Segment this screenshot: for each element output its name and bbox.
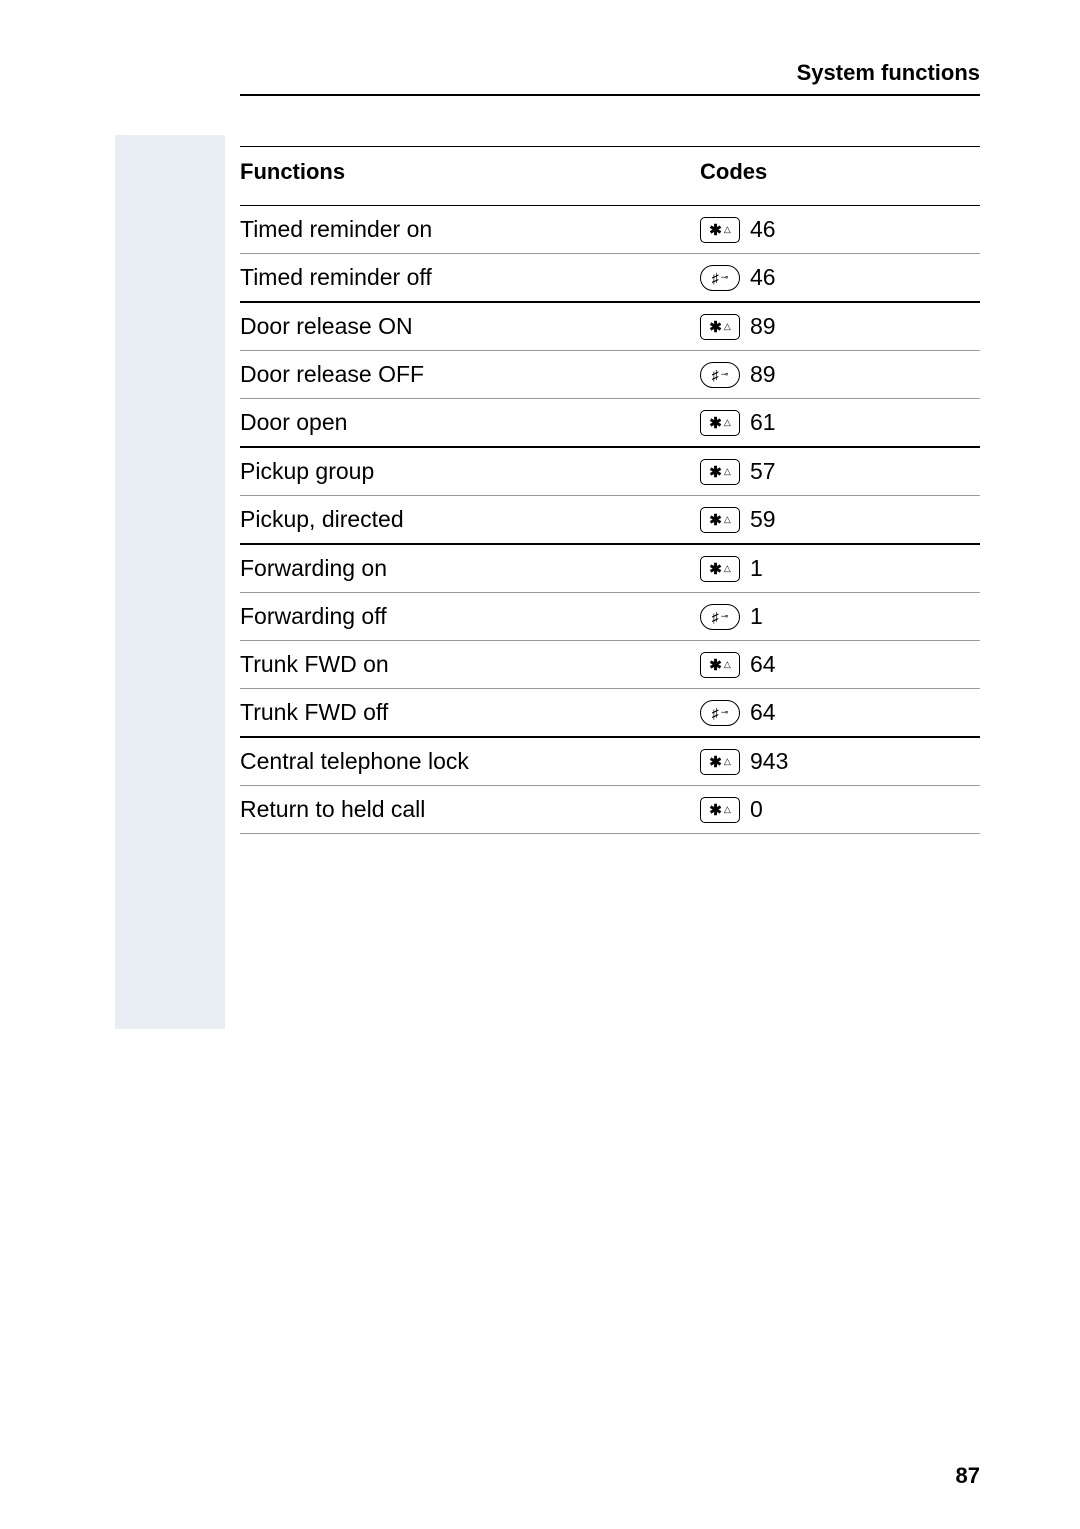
codes-column-header: Codes [700, 159, 980, 185]
star-key-icon: ✱△ [700, 556, 740, 582]
table-row: Trunk FWD off♯⊸ 64 [240, 689, 980, 738]
code-cell: ✱△ 89 [700, 313, 980, 340]
code-number: 46 [750, 264, 776, 291]
table-row: Return to held call✱△ 0 [240, 786, 980, 834]
star-key-icon: ✱△ [700, 314, 740, 340]
code-cell: ✱△ 64 [700, 651, 980, 678]
code-cell: ✱△ 0 [700, 796, 980, 823]
code-number: 61 [750, 409, 776, 436]
code-number: 943 [750, 748, 788, 775]
page-number: 87 [956, 1463, 980, 1489]
code-number: 1 [750, 603, 763, 630]
functions-column-header: Functions [240, 159, 700, 185]
hash-key-icon: ♯⊸ [700, 362, 740, 388]
code-cell: ♯⊸ 64 [700, 699, 980, 726]
code-number: 1 [750, 555, 763, 582]
table-row: Timed reminder on✱△ 46 [240, 206, 980, 254]
table-row: Door release OFF♯⊸ 89 [240, 351, 980, 399]
code-number: 0 [750, 796, 763, 823]
function-name: Forwarding on [240, 555, 700, 582]
code-cell: ♯⊸ 1 [700, 603, 980, 630]
code-cell: ✱△ 1 [700, 555, 980, 582]
function-name: Timed reminder off [240, 264, 700, 291]
table-header: Functions Codes [240, 146, 980, 206]
code-cell: ♯⊸ 89 [700, 361, 980, 388]
code-number: 89 [750, 313, 776, 340]
code-number: 59 [750, 506, 776, 533]
star-key-icon: ✱△ [700, 410, 740, 436]
code-number: 46 [750, 216, 776, 243]
code-number: 89 [750, 361, 776, 388]
hash-key-icon: ♯⊸ [700, 265, 740, 291]
function-name: Door release ON [240, 313, 700, 340]
section-title: System functions [797, 60, 980, 85]
star-key-icon: ✱△ [700, 507, 740, 533]
hash-key-icon: ♯⊸ [700, 700, 740, 726]
code-number: 64 [750, 699, 776, 726]
code-cell: ✱△ 59 [700, 506, 980, 533]
code-cell: ✱△ 61 [700, 409, 980, 436]
code-cell: ♯⊸ 46 [700, 264, 980, 291]
function-name: Door release OFF [240, 361, 700, 388]
function-name: Door open [240, 409, 700, 436]
code-cell: ✱△ 57 [700, 458, 980, 485]
table-row: Central telephone lock✱△ 943 [240, 738, 980, 786]
table-row: Forwarding off♯⊸ 1 [240, 593, 980, 641]
code-cell: ✱△ 46 [700, 216, 980, 243]
table-row: Forwarding on✱△ 1 [240, 545, 980, 593]
star-key-icon: ✱△ [700, 217, 740, 243]
star-key-icon: ✱△ [700, 459, 740, 485]
function-name: Trunk FWD off [240, 699, 700, 726]
function-name: Timed reminder on [240, 216, 700, 243]
table-row: Pickup, directed✱△ 59 [240, 496, 980, 545]
table-row: Trunk FWD on✱△ 64 [240, 641, 980, 689]
function-name: Return to held call [240, 796, 700, 823]
code-number: 64 [750, 651, 776, 678]
function-name: Trunk FWD on [240, 651, 700, 678]
functions-table: Functions Codes Timed reminder on✱△46Tim… [240, 146, 980, 834]
function-name: Pickup, directed [240, 506, 700, 533]
hash-key-icon: ♯⊸ [700, 604, 740, 630]
star-key-icon: ✱△ [700, 652, 740, 678]
code-number: 57 [750, 458, 776, 485]
star-key-icon: ✱△ [700, 749, 740, 775]
table-row: Door release ON✱△ 89 [240, 303, 980, 351]
table-row: Pickup group✱△ 57 [240, 448, 980, 496]
function-name: Forwarding off [240, 603, 700, 630]
function-name: Central telephone lock [240, 748, 700, 775]
table-row: Door open✱△ 61 [240, 399, 980, 448]
code-cell: ✱△ 943 [700, 748, 980, 775]
star-key-icon: ✱△ [700, 797, 740, 823]
table-row: Timed reminder off♯⊸ 46 [240, 254, 980, 303]
function-name: Pickup group [240, 458, 700, 485]
